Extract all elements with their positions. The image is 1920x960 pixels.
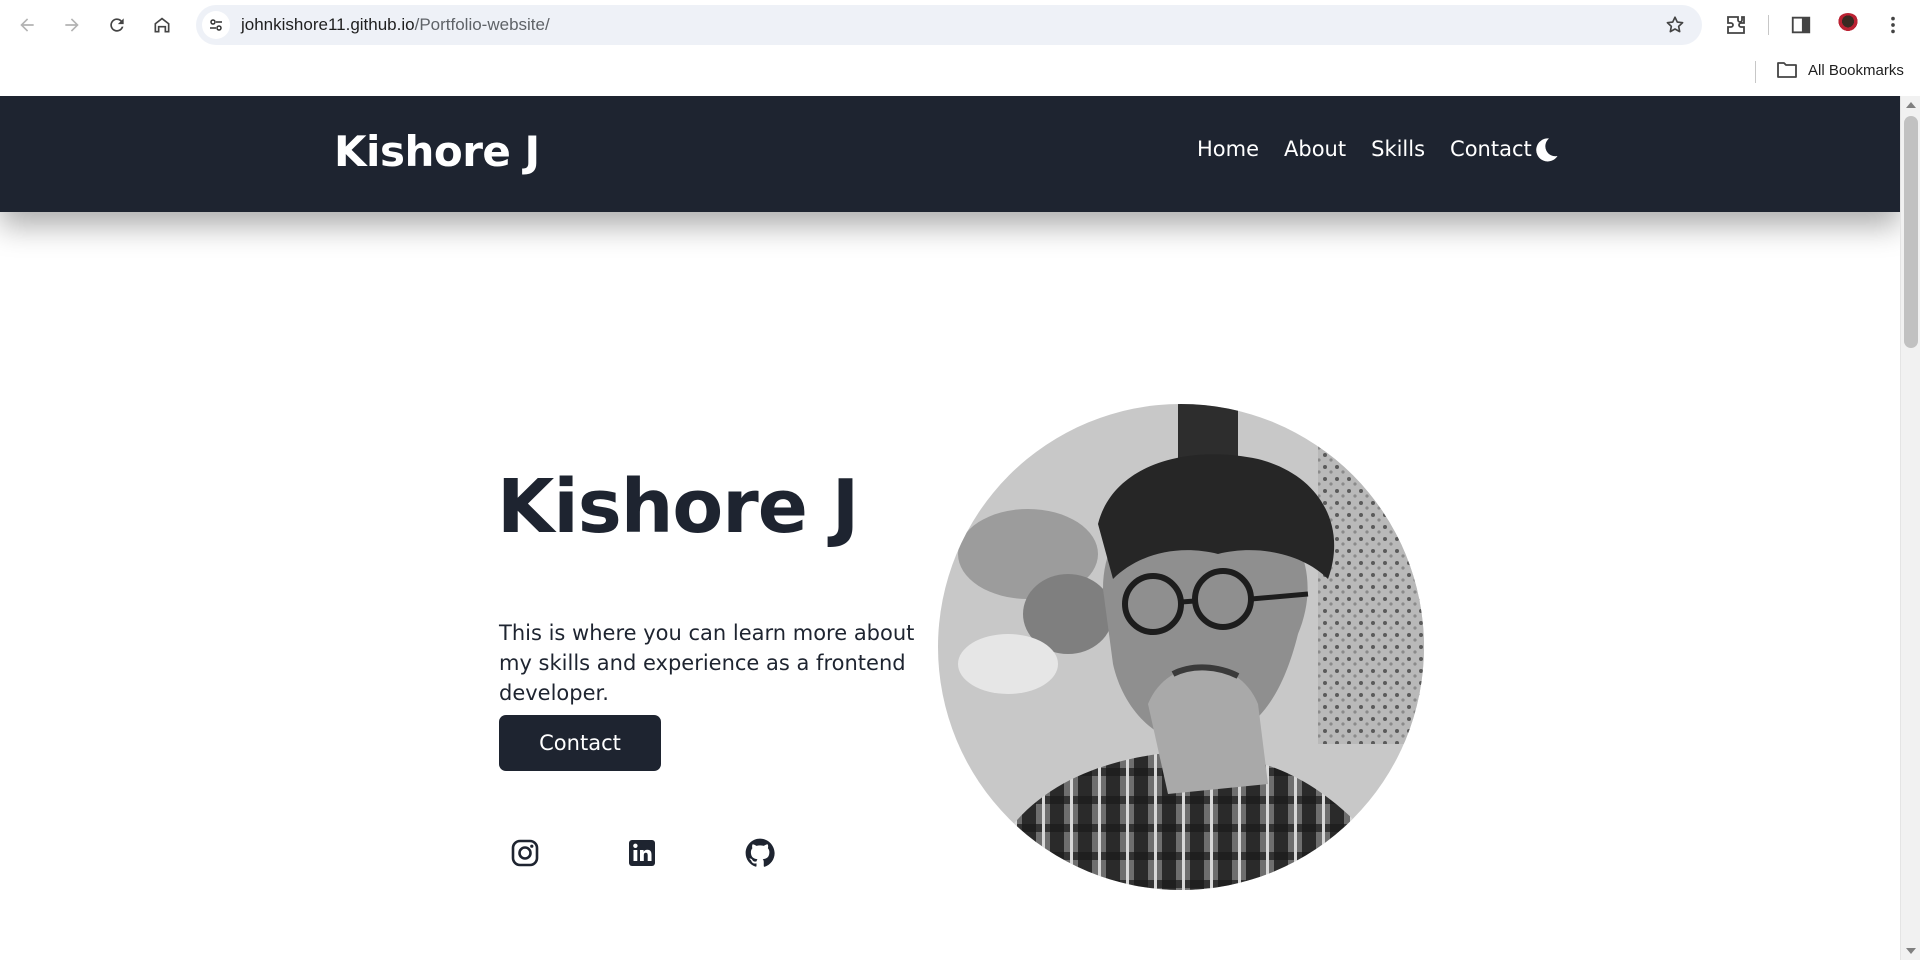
instagram-icon xyxy=(511,839,539,867)
scroll-thumb[interactable] xyxy=(1904,116,1918,348)
home-icon xyxy=(154,17,170,33)
home-button[interactable] xyxy=(145,8,179,42)
kebab-menu-icon xyxy=(1891,16,1895,34)
site-info-button[interactable] xyxy=(202,11,230,39)
puzzle-icon xyxy=(1727,16,1745,34)
scroll-up-arrow-icon[interactable] xyxy=(1906,102,1916,108)
main-nav: Home About Skills Contact xyxy=(1197,137,1532,161)
url-text[interactable]: johnkishore11.github.io/Portfolio-websit… xyxy=(241,15,550,35)
linkedin-icon xyxy=(629,840,655,866)
arrow-right-icon xyxy=(65,18,79,32)
extensions-button[interactable] xyxy=(1723,12,1749,38)
hero-description: This is where you can learn more about m… xyxy=(499,621,915,705)
hero-title: Kishore J xyxy=(497,464,859,550)
profile-photo-illustration xyxy=(938,404,1424,890)
moon-icon[interactable] xyxy=(1532,136,1560,164)
bookmarks-divider xyxy=(1755,61,1756,83)
all-bookmarks-button[interactable]: All Bookmarks xyxy=(1776,61,1904,79)
bookmark-star-icon[interactable] xyxy=(1664,14,1686,36)
site-header: Kishore J Home About Skills Contact xyxy=(0,96,1900,212)
arrow-left-icon xyxy=(20,18,34,32)
side-panel-button[interactable] xyxy=(1788,12,1814,38)
bookmarks-bar: All Bookmarks xyxy=(0,50,1920,96)
github-icon xyxy=(745,838,775,867)
site-logo[interactable]: Kishore J xyxy=(334,127,540,176)
folder-icon xyxy=(1777,62,1797,78)
nav-skills[interactable]: Skills xyxy=(1371,137,1425,161)
nav-home[interactable]: Home xyxy=(1197,137,1259,161)
page-scrollbar[interactable] xyxy=(1900,96,1920,960)
all-bookmarks-label: All Bookmarks xyxy=(1808,61,1904,79)
forward-button[interactable] xyxy=(55,8,89,42)
reload-button[interactable] xyxy=(100,8,134,42)
toolbar-divider xyxy=(1768,15,1769,35)
side-panel-icon xyxy=(1791,16,1811,34)
url-path: /Portfolio-website/ xyxy=(414,15,550,34)
tune-icon xyxy=(210,19,222,31)
nav-about[interactable]: About xyxy=(1284,137,1346,161)
url-host: johnkishore11.github.io xyxy=(241,15,415,34)
instagram-link[interactable] xyxy=(508,836,542,870)
profile-avatar[interactable] xyxy=(1836,13,1860,37)
address-bar[interactable]: johnkishore11.github.io/Portfolio-websit… xyxy=(196,5,1702,45)
github-link[interactable] xyxy=(743,836,777,870)
profile-photo xyxy=(938,404,1424,890)
browser-menu-button[interactable] xyxy=(1880,12,1906,38)
page-viewport: Kishore J Home About Skills Contact Kish… xyxy=(0,96,1900,960)
nav-contact[interactable]: Contact xyxy=(1450,137,1532,161)
reload-icon xyxy=(110,18,124,32)
linkedin-link[interactable] xyxy=(625,836,659,870)
scroll-down-arrow-icon[interactable] xyxy=(1906,948,1916,954)
browser-toolbar: johnkishore11.github.io/Portfolio-websit… xyxy=(0,0,1920,50)
back-button[interactable] xyxy=(10,8,44,42)
contact-button[interactable]: Contact xyxy=(499,715,661,771)
